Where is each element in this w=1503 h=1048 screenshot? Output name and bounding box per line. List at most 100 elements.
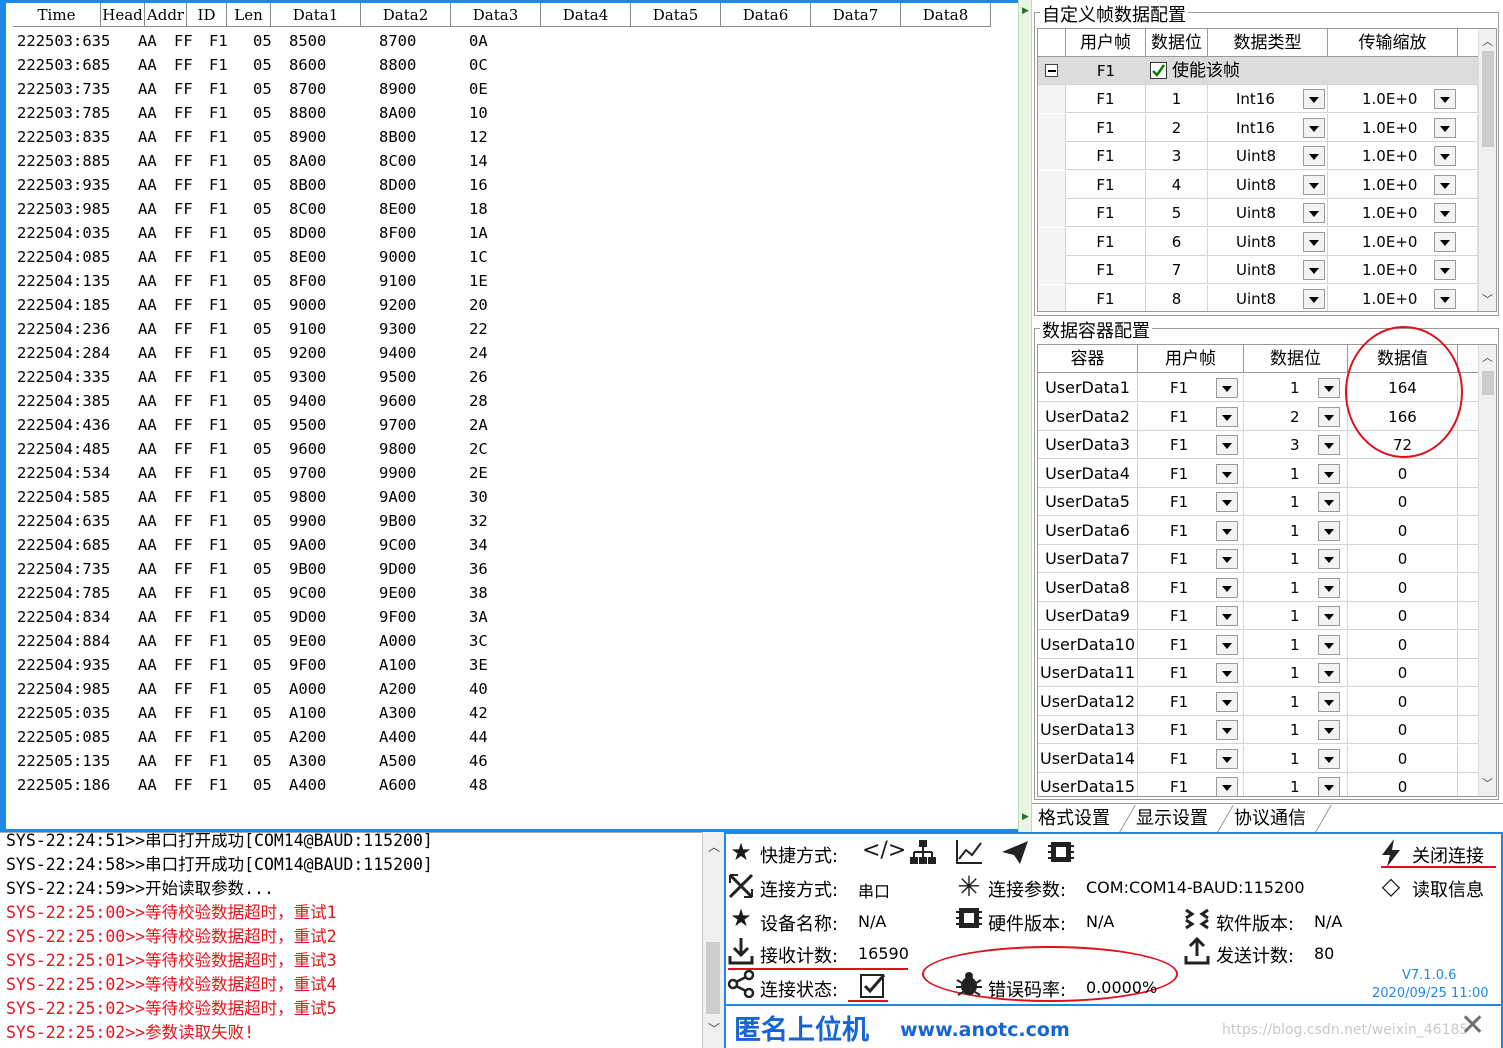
column-header-data2[interactable]: Data2 — [361, 3, 451, 27]
code-icon[interactable]: </> — [862, 838, 906, 863]
chevron-down-icon[interactable] — [1318, 492, 1340, 512]
chevron-down-icon[interactable] — [1318, 378, 1340, 398]
frame-config-row[interactable]: F1 7 Uint8 1.0E+0 — [1038, 256, 1478, 284]
frame-config-row[interactable]: F1 2 Int16 1.0E+0 — [1038, 113, 1478, 142]
chevron-down-icon[interactable] — [1216, 663, 1238, 683]
collapse-arrow-icon[interactable]: ▶ — [1022, 6, 1029, 16]
container-config-row[interactable]: UserData4 F1 1 0 — [1038, 459, 1478, 488]
chevron-down-icon[interactable] — [1216, 406, 1238, 427]
chevron-down-icon[interactable] — [1303, 260, 1325, 280]
column-header-head[interactable]: Head — [101, 3, 145, 27]
chevron-down-icon[interactable] — [1216, 748, 1238, 769]
column-header-data5[interactable]: Data5 — [631, 3, 721, 27]
scroll-up-icon[interactable]: ︿ — [1482, 349, 1493, 365]
scroll-up-icon[interactable]: ︿ — [708, 838, 720, 855]
scroll-down-icon[interactable]: ﹀ — [1482, 775, 1493, 791]
container-config-row[interactable]: UserData14 F1 1 0 — [1038, 744, 1478, 773]
chevron-down-icon[interactable] — [1303, 203, 1325, 223]
chevron-down-icon[interactable] — [1303, 288, 1325, 309]
chevron-down-icon[interactable] — [1216, 606, 1238, 626]
read-info-icon[interactable]: ◇ — [1376, 872, 1406, 900]
line-chart-icon[interactable] — [954, 838, 984, 872]
frame-config-row[interactable]: F1 8 Uint8 1.0E+0 — [1038, 284, 1478, 311]
tab-protocol-comm[interactable]: 协议通信 — [1228, 805, 1312, 832]
container-config-row[interactable]: UserData13 F1 1 0 — [1038, 716, 1478, 744]
chevron-down-icon[interactable] — [1434, 231, 1456, 252]
container-grid-column-header[interactable]: 数据位 — [1244, 345, 1348, 372]
column-header-data3[interactable]: Data3 — [451, 3, 541, 27]
frame-config-row[interactable]: F1 4 Uint8 1.0E+0 — [1038, 170, 1478, 199]
chevron-down-icon[interactable] — [1216, 549, 1238, 569]
enable-frame-checkbox[interactable] — [1150, 62, 1167, 79]
panel-splitter[interactable]: ▶ ▶ — [1018, 0, 1032, 832]
frame-scroll-thumb[interactable] — [1482, 51, 1494, 147]
container-config-row[interactable]: UserData11 F1 1 0 — [1038, 659, 1478, 687]
chevron-down-icon[interactable] — [1216, 378, 1238, 398]
column-header-data6[interactable]: Data6 — [721, 3, 811, 27]
chevron-down-icon[interactable] — [1303, 231, 1325, 252]
frame-config-row[interactable]: F1 6 Uint8 1.0E+0 — [1038, 227, 1478, 256]
frame-grid-column-header[interactable]: 数据类型 — [1208, 29, 1328, 56]
chevron-down-icon[interactable] — [1318, 634, 1340, 655]
log-scrollbar[interactable]: ︿ ﹀ — [702, 832, 724, 1048]
chevron-down-icon[interactable] — [1434, 146, 1456, 166]
read-info-button[interactable]: 读取信息 — [1412, 876, 1484, 902]
frame-config-row[interactable]: F1 3 Uint8 1.0E+0 — [1038, 142, 1478, 170]
frame-group-row[interactable]: F1 使能该帧 — [1038, 57, 1478, 85]
column-header-data7[interactable]: Data7 — [811, 3, 901, 27]
close-icon[interactable]: ✕ — [1460, 1008, 1485, 1043]
hierarchy-icon[interactable] — [908, 838, 938, 872]
chevron-down-icon[interactable] — [1318, 549, 1340, 569]
column-header-data1[interactable]: Data1 — [271, 3, 361, 27]
chevron-down-icon[interactable] — [1434, 203, 1456, 223]
chevron-down-icon[interactable] — [1318, 520, 1340, 541]
column-header-len[interactable]: Len — [227, 3, 271, 27]
chevron-down-icon[interactable] — [1216, 777, 1238, 796]
container-config-row[interactable]: UserData8 F1 1 0 — [1038, 573, 1478, 602]
chevron-down-icon[interactable] — [1216, 577, 1238, 598]
chevron-down-icon[interactable] — [1318, 435, 1340, 455]
chevron-down-icon[interactable] — [1434, 288, 1456, 309]
frame-grid-column-header[interactable]: 传输缩放 — [1328, 29, 1458, 56]
chevron-down-icon[interactable] — [1318, 691, 1340, 712]
chevron-down-icon[interactable] — [1318, 720, 1340, 740]
log-scroll-thumb[interactable] — [706, 942, 720, 1014]
container-config-row[interactable]: UserData6 F1 1 0 — [1038, 516, 1478, 545]
chevron-down-icon[interactable] — [1303, 117, 1325, 138]
container-config-row[interactable]: UserData5 F1 1 0 — [1038, 488, 1478, 516]
chip-icon[interactable] — [1046, 838, 1076, 872]
chevron-down-icon[interactable] — [1318, 577, 1340, 598]
chevron-down-icon[interactable] — [1434, 174, 1456, 195]
tab-display-settings[interactable]: 显示设置 — [1130, 805, 1214, 832]
scroll-down-icon[interactable]: ﹀ — [1482, 291, 1493, 307]
container-config-row[interactable]: UserData15 F1 1 0 — [1038, 773, 1478, 796]
container-config-row[interactable]: UserData12 F1 1 0 — [1038, 687, 1478, 716]
chevron-down-icon[interactable] — [1434, 117, 1456, 138]
chevron-down-icon[interactable] — [1318, 463, 1340, 484]
chevron-down-icon[interactable] — [1216, 520, 1238, 541]
send-plane-icon[interactable] — [1000, 838, 1030, 872]
chevron-down-icon[interactable] — [1216, 435, 1238, 455]
chevron-down-icon[interactable] — [1318, 748, 1340, 769]
chevron-down-icon[interactable] — [1303, 89, 1325, 109]
container-config-row[interactable]: UserData10 F1 1 0 — [1038, 630, 1478, 659]
container-config-row[interactable]: UserData9 F1 1 0 — [1038, 602, 1478, 630]
collapse-arrow-icon[interactable]: ▶ — [1022, 812, 1029, 822]
chevron-down-icon[interactable] — [1216, 463, 1238, 484]
tab-format-settings[interactable]: 格式设置 — [1032, 805, 1116, 832]
frame-grid-column-header[interactable]: 数据位 — [1146, 29, 1208, 56]
lightning-icon[interactable] — [1376, 838, 1406, 874]
scroll-down-icon[interactable]: ﹀ — [708, 1020, 720, 1037]
column-header-id[interactable]: ID — [187, 3, 227, 27]
column-header-time[interactable]: Time — [13, 3, 101, 27]
chevron-down-icon[interactable] — [1318, 663, 1340, 683]
left-collapse-strip[interactable] — [0, 0, 6, 832]
chevron-down-icon[interactable] — [1434, 260, 1456, 280]
brand-website[interactable]: www.anotc.com — [900, 1019, 1070, 1041]
chevron-down-icon[interactable] — [1216, 691, 1238, 712]
chevron-down-icon[interactable] — [1216, 720, 1238, 740]
container-config-row[interactable]: UserData7 F1 1 0 — [1038, 545, 1478, 573]
chevron-down-icon[interactable] — [1303, 174, 1325, 195]
column-header-data8[interactable]: Data8 — [901, 3, 991, 27]
column-header-data4[interactable]: Data4 — [541, 3, 631, 27]
